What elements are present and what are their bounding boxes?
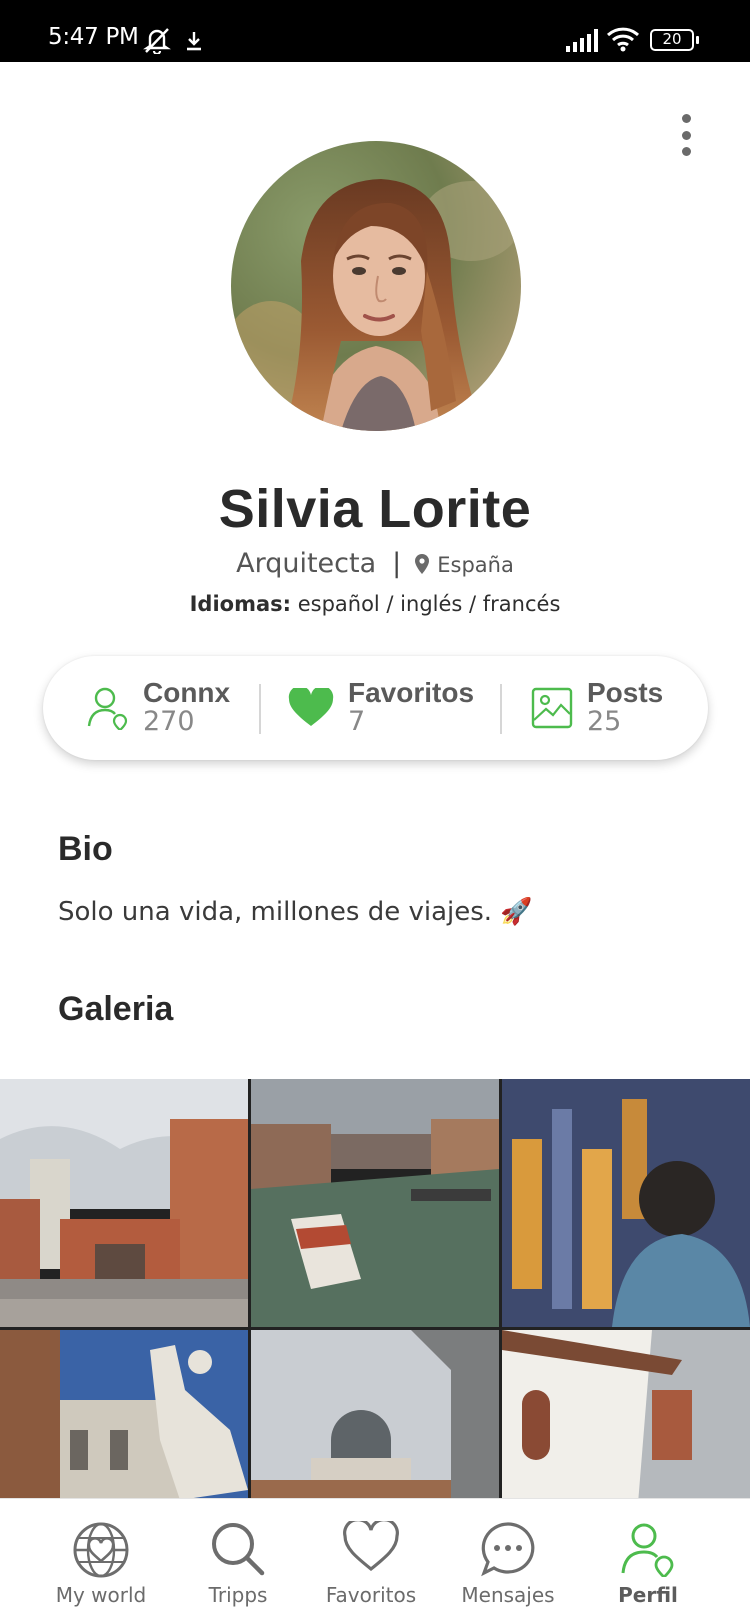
nav-label: Perfil [618,1583,678,1607]
stat-value: 25 [587,706,622,737]
dot [681,147,691,156]
nav-my-world[interactable]: My world [26,1499,176,1619]
signal-icon [566,29,598,52]
nav-mensajes[interactable]: Mensajes [433,1499,583,1619]
gallery-grid [0,1079,750,1499]
globe-heart-icon [73,1522,129,1578]
profile-subline: Arquitecta | España [0,548,750,579]
gallery-photo[interactable] [502,1330,750,1499]
stat-divider [500,684,502,734]
gallery-photo[interactable] [251,1330,499,1499]
profile-avatar[interactable] [231,141,521,431]
stat-label: Posts [587,677,664,708]
stat-divider [259,684,261,734]
battery-indicator: 20 [650,29,699,51]
bio-text: Solo una vida, millones de viajes. 🚀 [58,897,533,927]
nav-label: Mensajes [461,1583,555,1607]
bottom-nav: My world Tripps Favoritos Mensajes Perfi… [0,1498,750,1619]
gallery-photo[interactable] [502,1079,750,1327]
stat-value: 270 [143,706,195,737]
nav-tripps[interactable]: Tripps [163,1499,313,1619]
languages-value: español / inglés / francés [297,592,561,616]
stats-card: Connx 270 Favoritos 7 Posts 25 [43,656,708,760]
nav-favoritos[interactable]: Favoritos [296,1499,446,1619]
profession: Arquitecta [236,548,377,579]
heart-icon [288,688,334,726]
more-options-button[interactable] [675,110,697,160]
profile-name: Silvia Lorite [218,479,532,539]
status-bar: 5:47 PM 20 [0,0,750,62]
gallery-photo[interactable] [0,1079,248,1327]
gallery-title: Galeria [58,990,174,1028]
languages-label: Idiomas: [189,592,292,616]
wifi-icon [606,27,640,52]
gallery-photo[interactable] [251,1079,499,1327]
status-time: 5:47 PM [48,24,139,50]
search-icon [212,1523,265,1576]
bio-title: Bio [58,830,113,868]
stat-posts[interactable]: Posts 25 [531,656,663,760]
image-icon [531,687,573,729]
nav-label: My world [55,1583,147,1607]
location: España [415,553,514,577]
stat-favoritos[interactable]: Favoritos 7 [288,656,474,760]
location-pin-icon [415,554,430,574]
nav-label: Tripps [208,1583,268,1607]
chat-bubble-icon [481,1522,535,1577]
dot [681,130,691,140]
separator: | [392,548,402,579]
stat-value: 7 [348,706,366,737]
mute-notifications-icon [143,28,171,54]
stat-label: Connx [143,677,231,708]
dot [681,114,691,123]
user-pin-icon [621,1523,674,1577]
languages-line: Idiomas: español / inglés / francés [0,592,750,616]
nav-label: Favoritos [325,1583,417,1607]
stat-label: Favoritos [348,677,475,708]
download-icon [187,32,201,51]
location-label: España [437,553,514,577]
nav-perfil[interactable]: Perfil [573,1499,723,1619]
heart-outline-icon [343,1521,399,1572]
user-pin-icon [87,687,128,730]
gallery-photo[interactable] [0,1330,248,1499]
stat-connx[interactable]: Connx 270 [87,656,230,760]
